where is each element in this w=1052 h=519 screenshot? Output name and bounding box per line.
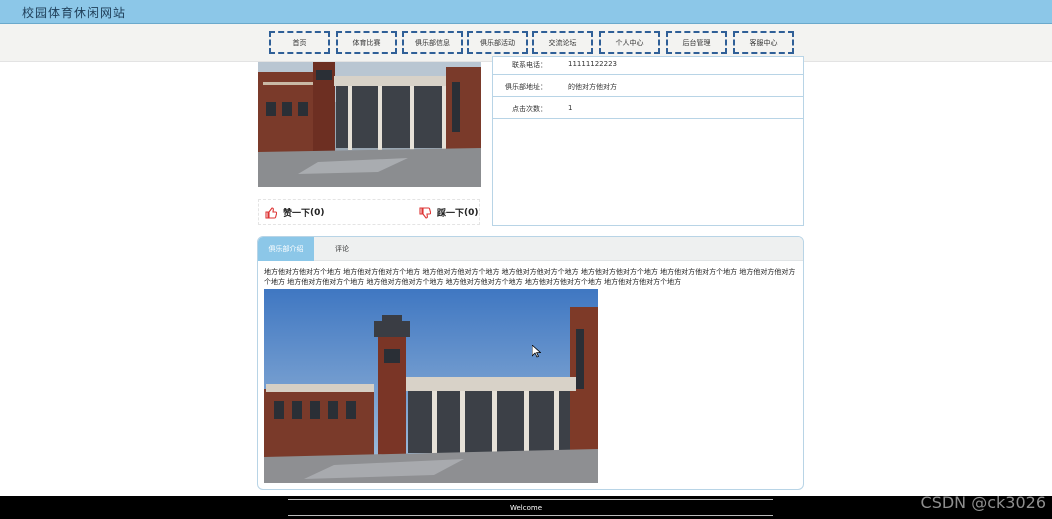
info-label: 点击次数： bbox=[512, 105, 547, 113]
info-value: 1 bbox=[568, 104, 573, 112]
info-row-clicks: 点击次数： 1 bbox=[493, 97, 803, 119]
vote-up-button[interactable]: 赞一下 (0) bbox=[265, 206, 325, 219]
thumbs-up-icon bbox=[265, 206, 277, 219]
vote-up-label: 赞一下 bbox=[283, 209, 311, 219]
nav-item-forum[interactable]: 交流论坛 bbox=[532, 31, 593, 54]
mouse-cursor-icon bbox=[531, 343, 542, 362]
detail-tab-panel: 俱乐部介绍 评论 地方他对方他对方个地方 地方他对方他对方个地方 地方他对方他对… bbox=[257, 236, 804, 490]
top-header: 校园体育休闲网站 bbox=[0, 0, 1052, 24]
site-title: 校园体育休闲网站 bbox=[22, 6, 127, 20]
vote-bar: 赞一下 (0) 踩一下 (0) bbox=[258, 199, 480, 225]
footer-divider-bottom bbox=[288, 515, 773, 516]
info-row-phone: 联系电话： 11111122223 bbox=[493, 53, 803, 75]
vote-down-label: 踩一下 bbox=[437, 209, 465, 219]
club-intro-text: 地方他对方他对方个地方 地方他对方他对方个地方 地方他对方他对方个地方 地方他对… bbox=[264, 268, 796, 286]
vote-down-button[interactable]: 踩一下 (0) bbox=[419, 206, 479, 219]
tab-strip: 俱乐部介绍 评论 bbox=[258, 237, 803, 261]
info-value: 的他对方他对方 bbox=[568, 83, 617, 91]
thumbs-down-icon bbox=[419, 206, 431, 219]
club-photo bbox=[258, 62, 481, 187]
nav-item-user-center[interactable]: 个人中心 bbox=[599, 31, 660, 54]
info-label: 俱乐部地址： bbox=[505, 83, 547, 91]
footer: Welcome bbox=[0, 496, 1052, 519]
club-intro-photo bbox=[264, 289, 598, 483]
info-label: 联系电话： bbox=[512, 61, 547, 69]
vote-down-count: (0) bbox=[464, 207, 479, 218]
info-row-address: 俱乐部地址： 的他对方他对方 bbox=[493, 75, 803, 97]
nav-item-sports-match[interactable]: 体育比赛 bbox=[336, 31, 397, 54]
footer-welcome-text: Welcome bbox=[509, 504, 543, 512]
csdn-watermark: CSDN @ck3026 bbox=[920, 493, 1046, 512]
nav-item-club-info[interactable]: 俱乐部信息 bbox=[402, 31, 463, 54]
vote-up-count: (0) bbox=[310, 207, 325, 218]
footer-divider-top bbox=[288, 499, 773, 500]
tab-club-intro[interactable]: 俱乐部介绍 bbox=[258, 237, 314, 261]
club-info-panel: 联系电话： 11111122223 俱乐部地址： 的他对方他对方 点击次数： 1 bbox=[492, 56, 804, 226]
info-value: 11111122223 bbox=[568, 60, 617, 68]
tab-comments[interactable]: 评论 bbox=[314, 237, 370, 261]
nav-item-service-center[interactable]: 客服中心 bbox=[733, 31, 794, 54]
nav-item-home[interactable]: 首页 bbox=[269, 31, 330, 54]
nav-item-club-activity[interactable]: 俱乐部活动 bbox=[467, 31, 528, 54]
nav-item-admin[interactable]: 后台管理 bbox=[666, 31, 727, 54]
